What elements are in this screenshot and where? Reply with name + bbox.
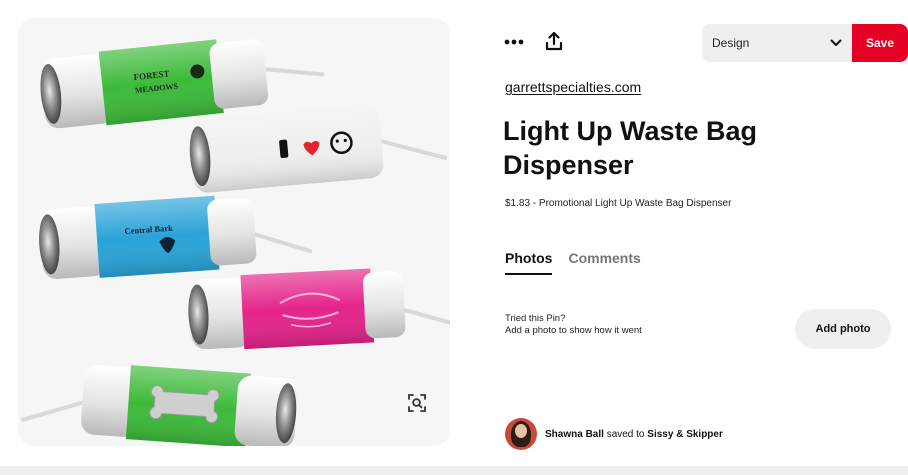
board-select-dropdown[interactable]: Design [702, 24, 852, 62]
product-photo: FOREST MEADOWS Central Bark [20, 39, 450, 446]
dispenser-green-bottom [20, 364, 298, 446]
tab-comments[interactable]: Comments [568, 250, 640, 275]
chevron-down-icon [830, 39, 842, 46]
visual-search-button[interactable] [406, 392, 438, 424]
share-icon [545, 31, 563, 51]
dispenser-white [189, 104, 448, 193]
pin-image[interactable]: FOREST MEADOWS Central Bark [18, 18, 450, 446]
tab-photos[interactable]: Photos [505, 250, 553, 275]
add-photo-button[interactable]: Add photo [795, 309, 891, 349]
dispenser-pink [188, 268, 450, 350]
saved-by-verb: saved to [606, 428, 645, 440]
board-select-label: Design [712, 36, 750, 50]
saved-by-row: Shawna Ball saved to Sissy & Skipper [505, 418, 723, 450]
page-bottom-strip [0, 466, 908, 475]
avatar[interactable] [505, 418, 537, 450]
tried-this-pin: Tried this Pin? Add a photo to show how … [505, 313, 642, 337]
more-options-button[interactable] [500, 28, 528, 56]
avatar-face [515, 424, 527, 438]
saved-to-board[interactable]: Sissy & Skipper [647, 429, 723, 440]
more-horizontal-icon [504, 39, 524, 45]
tried-subtext: Add a photo to show how it went [505, 325, 642, 336]
tried-prompt: Tried this Pin? [505, 313, 566, 324]
pin-closeup-card: FOREST MEADOWS Central Bark Design Save … [0, 0, 908, 468]
pin-title: Light Up Waste Bag Dispenser [503, 116, 757, 180]
pin-description: $1.83 - Promotional Light Up Waste Bag D… [505, 198, 732, 209]
pin-tabs: Photos Comments [505, 250, 641, 275]
source-link[interactable]: garrettspecialties.com [505, 79, 641, 95]
saved-by-user[interactable]: Shawna Ball [545, 429, 604, 440]
save-button[interactable]: Save [852, 24, 908, 62]
visual-search-icon [408, 394, 426, 412]
pin-toolbar: Design Save [500, 24, 908, 64]
dispenser-blue: Central Bark [39, 195, 313, 279]
share-button[interactable] [540, 26, 568, 56]
